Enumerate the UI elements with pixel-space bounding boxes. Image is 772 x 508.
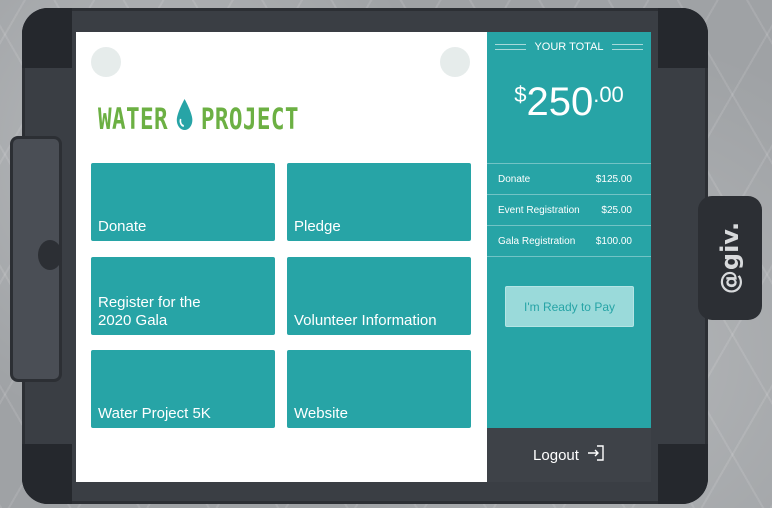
line-item-label: Gala Registration <box>498 235 576 247</box>
line-item: Gala Registration $100.00 <box>487 225 651 257</box>
total-amount: $250.00 <box>487 80 651 125</box>
tile-volunteer-information[interactable]: Volunteer Information <box>287 257 471 335</box>
tile-label: Pledge <box>294 218 341 235</box>
total-title: YOUR TOTAL <box>534 41 604 53</box>
divider <box>495 44 527 50</box>
divider <box>611 44 644 50</box>
order-summary-panel: YOUR TOTAL $250.00 Donate $125.00 Event … <box>487 32 651 482</box>
logo-text-right: PROJECT <box>200 101 299 136</box>
giv-logo: @giv. <box>716 221 744 295</box>
ready-to-pay-button[interactable]: I'm Ready to Pay <box>505 286 634 327</box>
logout-label: Logout <box>533 446 579 464</box>
line-item: Event Registration $25.00 <box>487 194 651 225</box>
water-drop-icon <box>176 98 193 139</box>
tile-label: Donate <box>98 218 147 235</box>
tile-website[interactable]: Website <box>287 350 471 428</box>
camera-dot <box>440 47 470 77</box>
frame-corner <box>22 444 72 504</box>
amount-whole: 250 <box>526 80 594 124</box>
kiosk-screen: WATER PROJECT Donate Pledge Register for… <box>76 32 651 482</box>
tile-donate[interactable]: Donate <box>91 163 275 241</box>
line-item: Donate $125.00 <box>487 163 651 194</box>
logo-text-left: WATER <box>98 101 169 136</box>
water-project-logo: WATER PROJECT <box>98 98 299 139</box>
line-item-amount: $100.00 <box>595 235 632 247</box>
tile-pledge[interactable]: Pledge <box>287 163 471 241</box>
giv-brand-clip: @giv. <box>698 196 762 320</box>
currency-symbol: $ <box>514 82 527 107</box>
frame-corner <box>658 444 708 504</box>
frame-corner <box>22 8 72 68</box>
line-items-list: Donate $125.00 Event Registration $25.00… <box>487 163 651 257</box>
amount-cents: .00 <box>593 82 624 107</box>
clip-notch <box>38 240 62 270</box>
logout-icon <box>587 445 605 465</box>
tile-label: Website <box>294 405 348 422</box>
line-item-label: Donate <box>498 173 531 185</box>
tile-register-gala[interactable]: Register for the 2020 Gala <box>91 257 275 335</box>
line-item-amount: $25.00 <box>601 204 632 216</box>
frame-corner <box>658 8 708 68</box>
tile-water-project-5k[interactable]: Water Project 5K <box>91 350 275 428</box>
camera-dot <box>91 47 121 77</box>
total-heading: YOUR TOTAL <box>487 41 651 53</box>
logout-button[interactable]: Logout <box>487 428 651 482</box>
line-item-amount: $125.00 <box>595 173 632 185</box>
tile-label: Water Project 5K <box>98 405 211 422</box>
tile-label: Register for the 2020 Gala <box>98 294 201 329</box>
line-item-label: Event Registration <box>498 204 580 216</box>
tile-label: Volunteer Information <box>294 312 437 329</box>
